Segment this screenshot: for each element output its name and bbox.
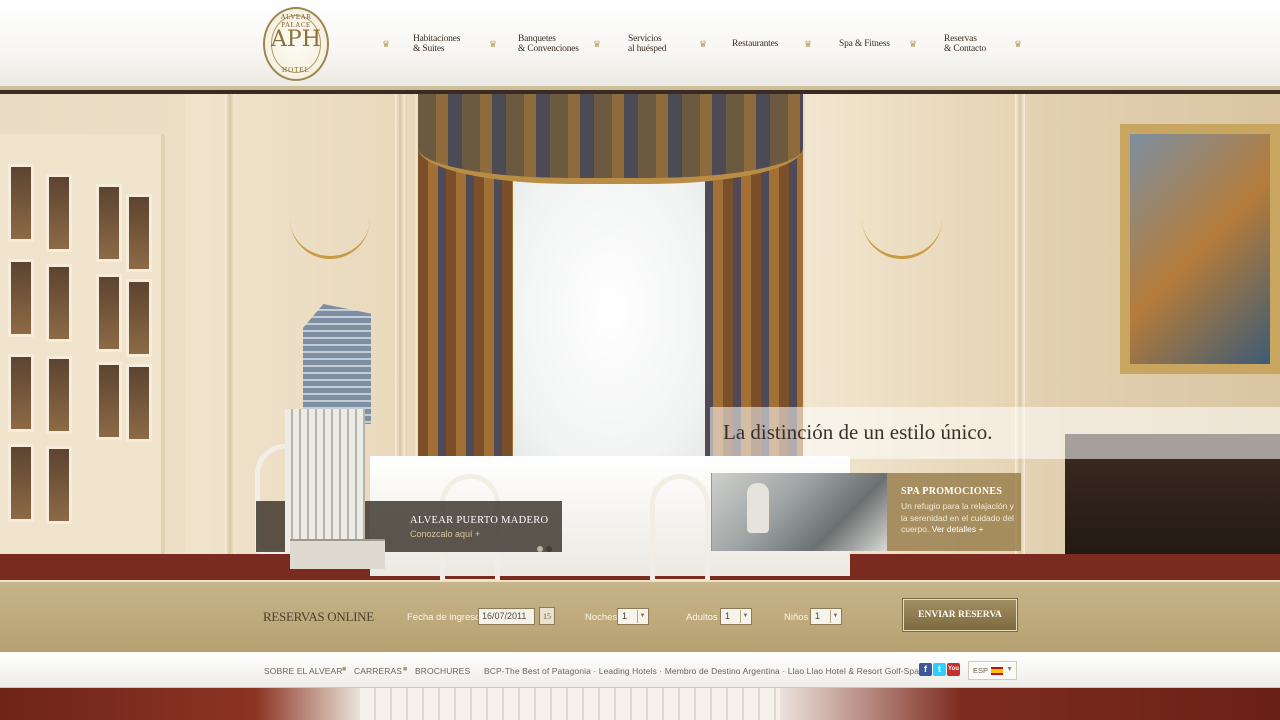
- bottom-photo-strip: [0, 688, 1280, 720]
- site-footer: SOBRE EL ALVEAR ■ CARRERAS ■ BROCHURES B…: [0, 652, 1280, 688]
- crown-icon: ♛: [593, 39, 602, 49]
- promo-spa[interactable]: SPA PROMOCIONES Un refugio para la relaj…: [711, 473, 1021, 551]
- footer-link-brochures[interactable]: BROCHURES: [415, 666, 470, 676]
- nav-item-spa-fitness[interactable]: Spa & Fitness: [839, 39, 890, 49]
- checkin-label: Fecha de ingreso: [407, 612, 481, 623]
- hero-doors: [0, 134, 165, 580]
- crown-icon: ♛: [804, 39, 813, 49]
- booking-bar: RESERVAS ONLINE Fecha de ingreso 16/07/2…: [0, 580, 1280, 652]
- chevron-down-icon: ▼: [740, 610, 750, 623]
- crown-icon: ♛: [699, 39, 708, 49]
- site-header: ALVEAR PALACE APH HOTEL ♛ Habitaciones &…: [0, 0, 1280, 90]
- promo-spa-title: SPA PROMOCIONES: [901, 486, 1003, 497]
- spa-photo: [712, 473, 887, 551]
- nav-label-line2: & Suites: [413, 44, 445, 54]
- curtain-valance: [418, 94, 803, 184]
- nav-label-line1: Banquetes: [518, 34, 556, 44]
- hero-chair: [650, 474, 710, 580]
- nav-item-restaurantes[interactable]: Restaurantes: [732, 39, 778, 49]
- hero-painting: [1120, 124, 1280, 374]
- footer-separator: ■: [403, 665, 408, 673]
- nights-select[interactable]: 1 ▼: [617, 608, 649, 625]
- youtube-icon[interactable]: You: [947, 663, 960, 676]
- main-nav: ♛ Habitaciones & Suites ♛ Banquetes & Co…: [380, 30, 1030, 60]
- twitter-icon[interactable]: t: [933, 663, 946, 676]
- nav-label-line1: Restaurantes: [732, 39, 779, 49]
- chevron-down-icon: ▼: [830, 610, 840, 623]
- chevron-down-icon: ▼: [1006, 666, 1013, 673]
- nav-label-line1: Servicios: [628, 34, 662, 44]
- calendar-icon[interactable]: 15: [539, 607, 555, 625]
- spain-flag-icon: [991, 667, 1003, 675]
- adults-select[interactable]: 1 ▼: [720, 608, 752, 625]
- nav-label-line2: & Convenciones: [518, 44, 579, 54]
- children-select[interactable]: 1 ▼: [810, 608, 842, 625]
- footer-link-carreras[interactable]: CARRERAS: [354, 666, 402, 676]
- tower-building-image: [285, 304, 385, 569]
- nav-label-line2: al huésped: [628, 44, 667, 54]
- adults-label: Adultos: [686, 612, 718, 623]
- nav-item-reservas[interactable]: Reservas & Contacto: [944, 34, 986, 54]
- language-selector[interactable]: ESP ▼: [968, 661, 1017, 680]
- logo-bottom-text: HOTEL: [282, 66, 310, 74]
- nights-value: 1: [622, 611, 628, 621]
- language-code: ESP: [973, 666, 989, 675]
- logo-monogram: APH: [271, 27, 321, 52]
- hero-banner: La distinción de un estilo único. ALVEAR…: [0, 94, 1280, 580]
- hotel-logo[interactable]: ALVEAR PALACE APH HOTEL: [263, 7, 329, 81]
- footer-partners[interactable]: BCP-The Best of Patagonia · Leading Hote…: [484, 666, 919, 676]
- slider-dot[interactable]: [537, 546, 543, 552]
- promo-madero-link[interactable]: Conozcalo aquí +: [410, 529, 480, 539]
- slider-dot-active[interactable]: [546, 546, 552, 552]
- slider-dots: [537, 539, 555, 557]
- submit-reservation-button[interactable]: ENVIAR RESERVA: [903, 599, 1017, 631]
- crown-icon: ♛: [909, 39, 918, 49]
- facebook-icon[interactable]: f: [919, 663, 932, 676]
- children-label: Niños: [784, 612, 809, 623]
- nav-item-servicios[interactable]: Servicios al huésped: [628, 34, 667, 54]
- nav-item-banquetes[interactable]: Banquetes & Convenciones: [518, 34, 579, 54]
- hero-tagline: La distinción de un estilo único.: [723, 420, 993, 444]
- footer-separator: ■: [342, 665, 347, 673]
- promo-madero-title: ALVEAR PUERTO MADERO: [410, 515, 549, 526]
- crown-icon: ♛: [1014, 39, 1023, 49]
- nav-label-line1: Habitaciones: [413, 34, 461, 44]
- children-value: 1: [815, 611, 821, 621]
- booking-title: RESERVAS ONLINE: [263, 609, 374, 624]
- footer-link-sobre[interactable]: SOBRE EL ALVEAR: [264, 666, 343, 676]
- nav-label-line1: Reservas: [944, 34, 977, 44]
- adults-value: 1: [725, 611, 731, 621]
- promo-spa-link[interactable]: Ver detalles +: [932, 524, 984, 534]
- crown-icon: ♛: [489, 39, 498, 49]
- nav-label-line1: Spa & Fitness: [839, 39, 890, 49]
- checkin-date-input[interactable]: 16/07/2011: [478, 608, 535, 625]
- nav-item-habitaciones[interactable]: Habitaciones & Suites: [413, 34, 460, 54]
- crown-icon: ♛: [382, 39, 391, 49]
- promo-spa-desc: Un refugio para la relajación y la seren…: [901, 501, 1019, 536]
- chevron-down-icon: ▼: [637, 610, 647, 623]
- nights-label: Noches: [585, 612, 618, 623]
- nav-label-line2: & Contacto: [944, 44, 987, 54]
